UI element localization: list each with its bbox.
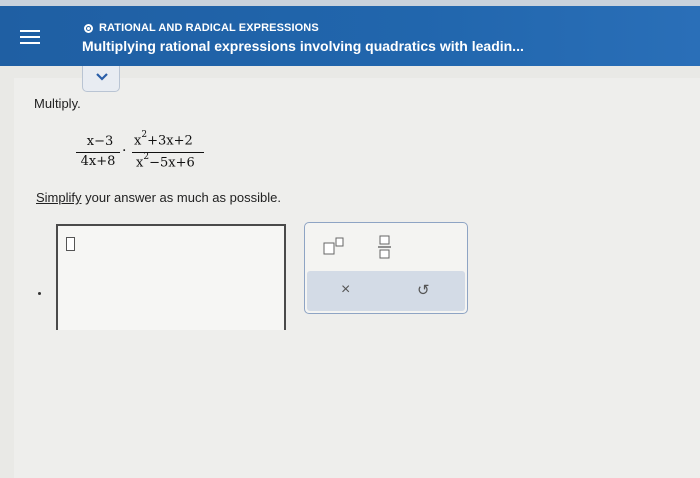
page-title: Multiplying rational expressions involvi… bbox=[82, 38, 524, 54]
topic-text: RATIONAL AND RADICAL EXPRESSIONS bbox=[99, 22, 319, 34]
topic-label: RATIONAL AND RADICAL EXPRESSIONS bbox=[84, 22, 319, 34]
multiply-operator: · bbox=[122, 143, 127, 159]
numerator-exponent: 2 bbox=[141, 130, 148, 140]
fraction-button[interactable] bbox=[375, 233, 395, 261]
fraction-1-numerator: x−3 bbox=[86, 134, 114, 149]
fraction-2-numerator: x2+3x+2 bbox=[134, 130, 193, 149]
undo-button[interactable]: ↺ bbox=[417, 281, 430, 299]
denominator-rest: −5x+6 bbox=[149, 155, 195, 171]
fraction-2-denominator: x2−5x+6 bbox=[136, 152, 195, 171]
header-bar: RATIONAL AND RADICAL EXPRESSIONS Multipl… bbox=[0, 0, 700, 66]
menu-icon[interactable] bbox=[20, 30, 40, 46]
simplify-link[interactable]: Simplify bbox=[36, 190, 82, 205]
fraction-icon bbox=[378, 235, 391, 259]
instruction-rest: your answer as much as possible. bbox=[81, 190, 281, 205]
instruction-text: Simplify your answer as much as possible… bbox=[36, 190, 281, 205]
fraction-1-bar bbox=[76, 152, 120, 153]
math-toolbar: × ↺ bbox=[304, 222, 468, 314]
expand-button[interactable] bbox=[82, 66, 120, 92]
superscript-button[interactable] bbox=[321, 235, 347, 257]
chevron-down-icon bbox=[96, 73, 108, 81]
question-prompt: Multiply. bbox=[34, 96, 81, 111]
clear-button[interactable]: × bbox=[341, 281, 350, 299]
numerator-rest: +3x+2 bbox=[147, 133, 193, 149]
denominator-exponent: 2 bbox=[143, 152, 150, 162]
topic-status-icon bbox=[84, 23, 93, 33]
toolbar-action-row bbox=[307, 271, 465, 311]
margin-dot bbox=[38, 292, 41, 295]
superscript-icon bbox=[323, 237, 344, 255]
answer-cursor-placeholder[interactable] bbox=[66, 237, 75, 251]
fraction-1-denominator: 4x+8 bbox=[80, 154, 116, 169]
fraction-1: x−3 4x+8 bbox=[74, 134, 122, 174]
answer-input[interactable] bbox=[56, 224, 286, 330]
fraction-2: x2+3x+2 x2−5x+6 bbox=[130, 126, 210, 174]
